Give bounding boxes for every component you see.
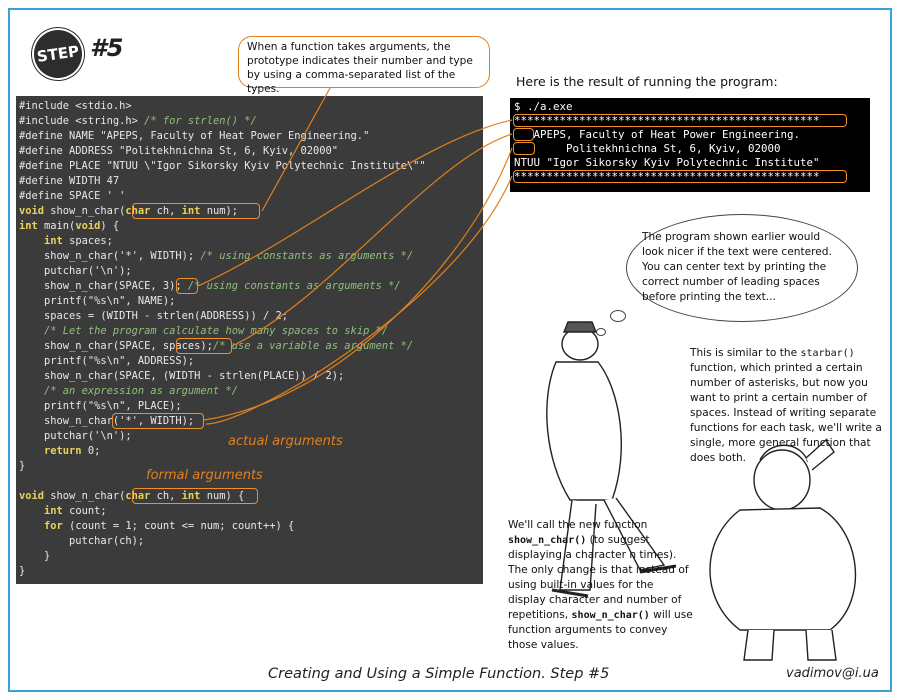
explanation-right-p2: function, which printed a certain number… bbox=[690, 362, 882, 464]
show-n-char-code-2: show_n_char() bbox=[571, 610, 650, 621]
explanation-left-p2: (to suggest displaying a character n tim… bbox=[508, 534, 689, 621]
thinking-man-illustration bbox=[709, 438, 857, 661]
starbar-code: starbar() bbox=[800, 348, 855, 359]
explanation-right: This is similar to the starbar() functio… bbox=[690, 346, 894, 466]
explanation-right-p1: This is similar to the bbox=[690, 347, 801, 359]
footer-title: Creating and Using a Simple Function. St… bbox=[268, 666, 610, 682]
explanation-left: We'll call the new function show_n_char(… bbox=[508, 518, 694, 653]
show-n-char-code-1: show_n_char() bbox=[508, 535, 587, 546]
footer-email: vadimov@i.ua bbox=[786, 666, 879, 681]
explanation-left-p1: We'll call the new function bbox=[508, 519, 648, 531]
